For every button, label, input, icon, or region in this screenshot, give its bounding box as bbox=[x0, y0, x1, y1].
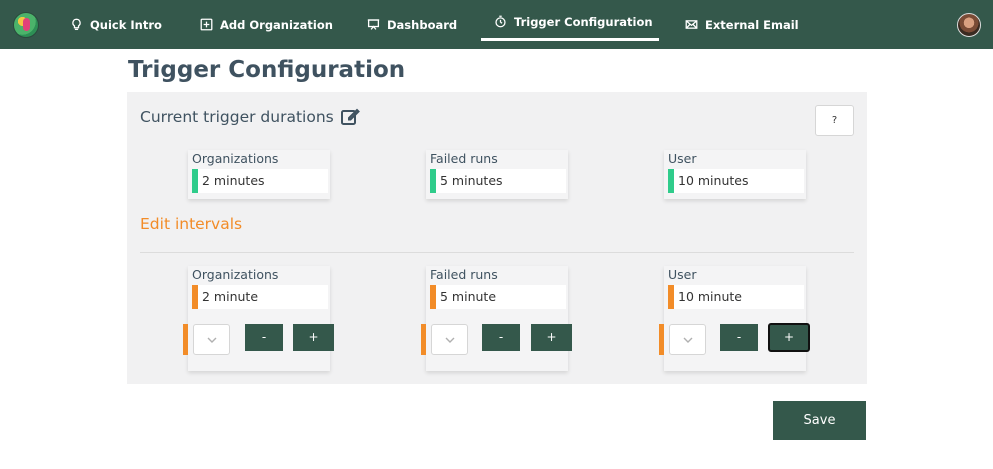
increment-button-failed-runs[interactable]: + bbox=[531, 324, 572, 351]
nav-add-organization[interactable]: Add Organization bbox=[200, 0, 333, 49]
current-card-failed-runs: Failed runs 5 minutes bbox=[426, 150, 568, 199]
page-title: Trigger Configuration bbox=[128, 57, 406, 83]
current-value-organizations: 2 minutes bbox=[192, 169, 328, 193]
edit-card-user: User 10 minute bbox=[664, 266, 806, 371]
current-durations-heading: Current trigger durations bbox=[140, 107, 360, 127]
decrement-button-user[interactable]: - bbox=[720, 324, 758, 351]
increment-button-organizations[interactable]: + bbox=[293, 324, 334, 351]
card-label: Organizations bbox=[192, 267, 279, 282]
timer-icon bbox=[495, 15, 506, 28]
presentation-icon bbox=[367, 19, 380, 30]
nav-label: Quick Intro bbox=[90, 17, 162, 32]
interval-select-failed-runs[interactable] bbox=[431, 324, 468, 355]
current-card-user: User 10 minutes bbox=[664, 150, 806, 199]
nav-dashboard[interactable]: Dashboard bbox=[367, 0, 457, 49]
current-value-failed-runs: 5 minutes bbox=[430, 169, 566, 193]
control-marker bbox=[421, 324, 426, 355]
edit-value-user: 10 minute bbox=[668, 285, 804, 309]
nav-label: Add Organization bbox=[220, 17, 333, 32]
increment-button-user[interactable]: + bbox=[768, 323, 810, 352]
edit-card-failed-runs: Failed runs 5 minute bbox=[426, 266, 568, 371]
decrement-button-failed-runs[interactable]: - bbox=[482, 324, 520, 351]
envelope-icon bbox=[685, 20, 698, 29]
save-button[interactable]: Save bbox=[773, 401, 866, 440]
interval-select-user[interactable] bbox=[669, 324, 706, 355]
nav-label: Trigger Configuration bbox=[514, 14, 653, 29]
chevron-down-icon bbox=[207, 337, 217, 343]
card-label: Failed runs bbox=[430, 151, 498, 166]
current-card-organizations: Organizations 2 minutes bbox=[188, 150, 330, 199]
control-marker bbox=[183, 324, 188, 355]
edit-card-organizations: Organizations 2 minute bbox=[188, 266, 330, 371]
card-label: Organizations bbox=[192, 151, 279, 166]
edit-intervals-heading: Edit intervals bbox=[140, 215, 243, 233]
nav-label: Dashboard bbox=[387, 17, 458, 32]
current-value-user: 10 minutes bbox=[668, 169, 804, 193]
plus-square-icon bbox=[200, 18, 213, 31]
edit-value-failed-runs: 5 minute bbox=[430, 285, 566, 309]
chevron-down-icon bbox=[445, 337, 455, 343]
interval-select-organizations[interactable] bbox=[193, 324, 230, 355]
nav-external-email[interactable]: External Email bbox=[685, 0, 799, 49]
chevron-down-icon bbox=[683, 337, 693, 343]
nav-quick-intro[interactable]: Quick Intro bbox=[70, 0, 162, 49]
section-divider bbox=[140, 252, 854, 253]
active-tab-indicator bbox=[481, 38, 659, 41]
lightbulb-icon bbox=[72, 18, 81, 31]
nav-label: External Email bbox=[705, 17, 799, 32]
help-button[interactable]: ? bbox=[815, 105, 854, 136]
trigger-config-panel: Current trigger durations ? Organization… bbox=[127, 92, 867, 384]
decrement-button-organizations[interactable]: - bbox=[245, 324, 283, 351]
current-durations-title: Current trigger durations bbox=[140, 108, 334, 126]
app-logo-icon[interactable] bbox=[13, 12, 39, 38]
edit-value-organizations: 2 minute bbox=[192, 285, 328, 309]
card-label: User bbox=[668, 267, 697, 282]
card-label: Failed runs bbox=[430, 267, 498, 282]
card-label: User bbox=[668, 151, 697, 166]
top-navbar: Quick Intro Add Organization Dashboard T… bbox=[0, 0, 993, 49]
control-marker bbox=[659, 324, 664, 355]
user-avatar[interactable] bbox=[957, 13, 981, 37]
edit-icon[interactable] bbox=[340, 107, 360, 127]
